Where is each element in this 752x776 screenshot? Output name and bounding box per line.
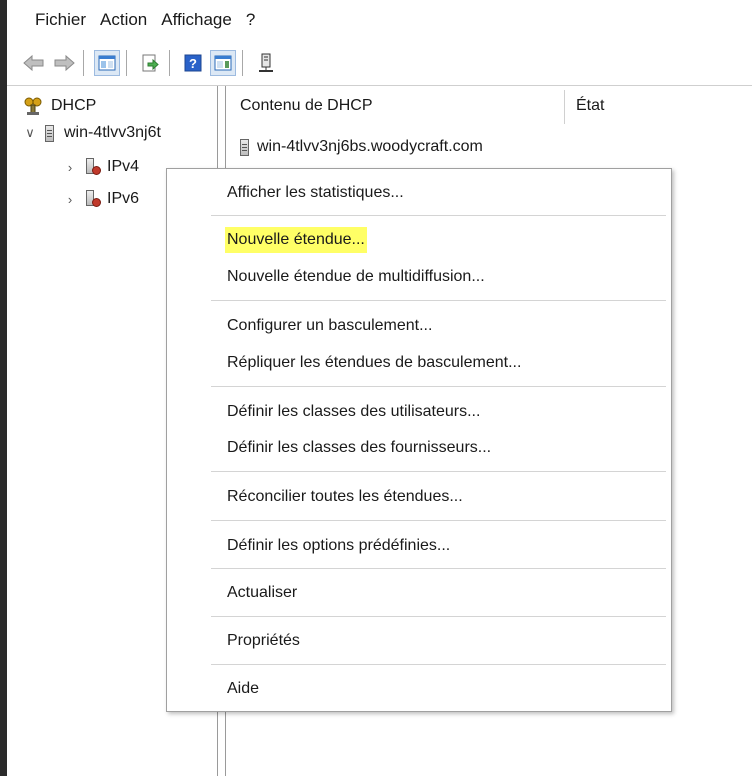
menu-item-reconcilier-etendues[interactable]: Réconcilier toutes les étendues... xyxy=(225,484,465,510)
toolbar-separator xyxy=(242,50,243,76)
menu-separator xyxy=(211,616,666,617)
show-hide-console-tree-icon[interactable] xyxy=(94,50,120,76)
menu-item-proprietes[interactable]: Propriétés xyxy=(225,628,302,654)
menu-item-aide[interactable]: Aide xyxy=(225,676,261,702)
mmc-dhcp-window: Fichier Action Affichage ? ? DHCP ∨ win-… xyxy=(0,0,752,776)
server-icon xyxy=(240,138,249,156)
menu-separator xyxy=(211,300,666,301)
column-header-status[interactable]: État xyxy=(576,86,604,126)
toolbar-separator xyxy=(126,50,127,76)
menu-item-nouvelle-etendue[interactable]: Nouvelle étendue... xyxy=(225,227,367,253)
server-icon xyxy=(45,124,54,142)
menu-item-repliquer-etendues[interactable]: Répliquer les étendues de basculement... xyxy=(225,350,523,376)
tree-label-ipv4: IPv4 xyxy=(107,158,140,175)
menu-item-classes-utilisateurs[interactable]: Définir les classes des utilisateurs... xyxy=(225,399,482,425)
menu-separator xyxy=(211,386,666,387)
tree-node-dhcp[interactable]: DHCP xyxy=(23,96,96,116)
export-list-icon[interactable] xyxy=(137,50,163,76)
menu-item-classes-fournisseurs[interactable]: Définir les classes des fournisseurs... xyxy=(225,435,493,461)
dhcp-icon xyxy=(23,96,43,116)
show-hide-action-pane-icon[interactable] xyxy=(210,50,236,76)
list-item[interactable]: win-4tlvv3nj6bs.woodycraft.com xyxy=(240,138,483,156)
menu-separator xyxy=(211,215,666,216)
menu-item-actualiser[interactable]: Actualiser xyxy=(225,580,299,606)
tree-label-server: win-4tlvv3nj6t xyxy=(64,124,161,141)
toolbar-separator xyxy=(169,50,170,76)
toolbar-separator xyxy=(83,50,84,76)
chevron-right-icon[interactable]: › xyxy=(63,160,77,175)
menu-separator xyxy=(211,664,666,665)
forward-icon[interactable] xyxy=(51,50,77,76)
column-header-name[interactable]: Contenu de DHCP xyxy=(240,86,373,126)
ipv6-icon xyxy=(85,190,101,208)
menu-separator xyxy=(211,471,666,472)
menu-help[interactable]: ? xyxy=(246,10,269,30)
toolbar: ? xyxy=(7,41,752,86)
help-icon[interactable]: ? xyxy=(180,50,206,76)
tree-node-server[interactable]: ∨ win-4tlvv3nj6t xyxy=(23,124,161,142)
menu-separator xyxy=(211,520,666,521)
menu-item-nouvelle-etendue-multidiffusion[interactable]: Nouvelle étendue de multidiffusion... xyxy=(225,264,487,290)
menu-bar: Fichier Action Affichage ? xyxy=(7,0,752,40)
menu-affichage[interactable]: Affichage xyxy=(161,10,246,30)
add-server-icon[interactable] xyxy=(253,50,279,76)
tree-node-ipv6[interactable]: › IPv6 xyxy=(63,190,139,208)
menu-item-options-predefinies[interactable]: Définir les options prédéfinies... xyxy=(225,533,452,559)
menu-separator xyxy=(211,568,666,569)
menu-fichier[interactable]: Fichier xyxy=(7,10,100,30)
tree-node-ipv4[interactable]: › IPv4 xyxy=(63,158,139,176)
svg-text:?: ? xyxy=(189,56,197,71)
chevron-right-icon[interactable]: › xyxy=(63,192,77,207)
back-icon[interactable] xyxy=(21,50,47,76)
menu-action[interactable]: Action xyxy=(100,10,161,30)
menu-item-afficher-statistiques[interactable]: Afficher les statistiques... xyxy=(225,180,406,206)
menu-item-configurer-basculement[interactable]: Configurer un basculement... xyxy=(225,313,434,339)
context-menu: Afficher les statistiques... Nouvelle ét… xyxy=(166,168,672,712)
column-divider[interactable] xyxy=(564,90,565,124)
window-left-border xyxy=(0,0,7,776)
tree-label-dhcp: DHCP xyxy=(51,97,97,114)
ipv4-icon xyxy=(85,158,101,176)
list-item-label: win-4tlvv3nj6bs.woodycraft.com xyxy=(257,138,483,155)
tree-label-ipv6: IPv6 xyxy=(107,190,140,207)
chevron-down-icon[interactable]: ∨ xyxy=(23,125,37,141)
